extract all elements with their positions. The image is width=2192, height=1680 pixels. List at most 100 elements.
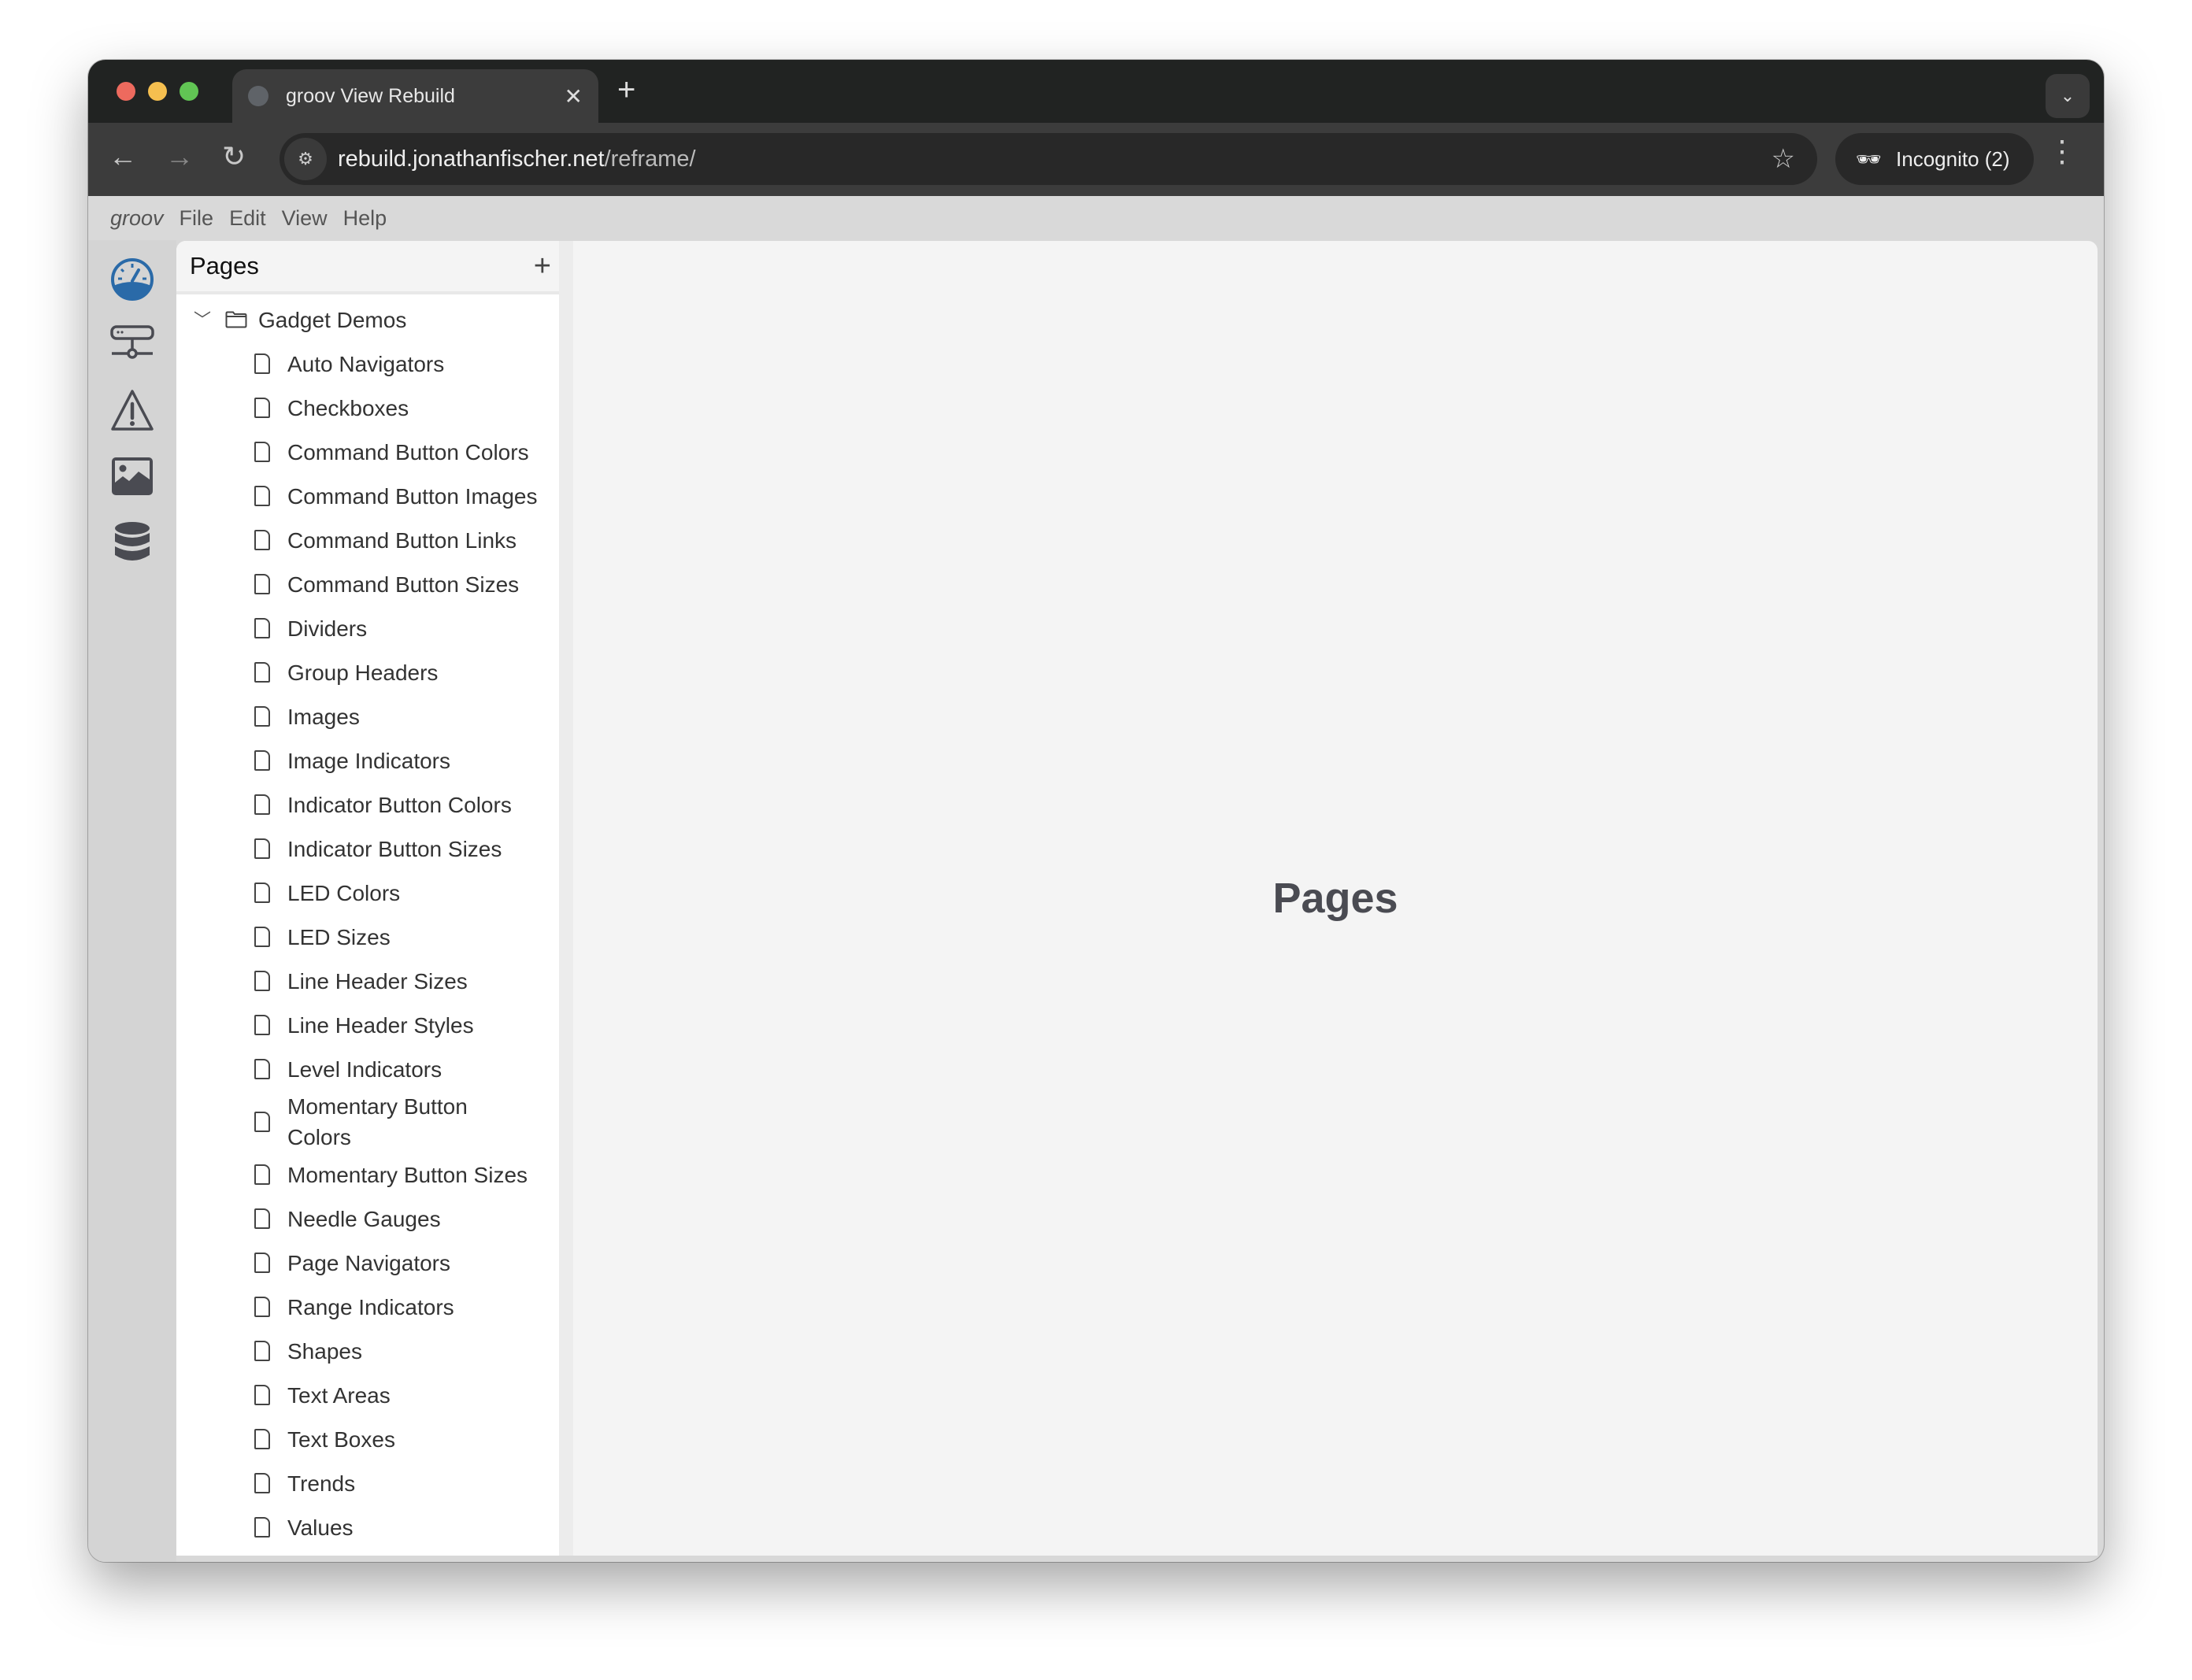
page-item-label: Image Indicators — [287, 748, 450, 773]
add-page-button[interactable]: + — [534, 250, 551, 283]
file-icon — [254, 838, 270, 859]
tree-page-item[interactable]: Values — [176, 1505, 568, 1549]
tree-page-item[interactable]: LED Sizes — [176, 915, 568, 959]
chevron-down-icon[interactable]: ﹀ — [194, 305, 214, 335]
menu-file[interactable]: File — [180, 206, 214, 231]
tree-page-item[interactable]: Indicator Button Colors — [176, 783, 568, 827]
panel-divider[interactable] — [559, 241, 573, 1556]
tab-bar: groov View Rebuild ✕ + ⌄ — [88, 60, 2104, 123]
warning-icon[interactable] — [110, 388, 154, 432]
tree-page-item[interactable]: Text Boxes — [176, 1417, 568, 1461]
page-item-label: Line Header Sizes — [287, 968, 468, 994]
page-item-label: Command Button Sizes — [287, 572, 520, 597]
tree-page-item[interactable]: Dividers — [176, 606, 568, 650]
reload-icon[interactable]: ↻ — [222, 140, 246, 173]
tree-page-item[interactable]: Images — [176, 694, 568, 738]
bookmark-star-icon[interactable]: ☆ — [1772, 143, 1795, 175]
page-item-label: Page Navigators — [287, 1250, 451, 1275]
tree-page-item[interactable]: Range Indicators — [176, 1285, 568, 1329]
tree-page-item[interactable]: Command Button Images — [176, 474, 568, 518]
page-item-label: Checkboxes — [287, 395, 409, 420]
tree-page-item[interactable]: Command Button Colors — [176, 430, 568, 474]
file-icon — [254, 1164, 270, 1185]
tree-page-item[interactable]: Level Indicators — [176, 1047, 568, 1091]
tree-page-item[interactable]: Momentary Button Colors — [176, 1091, 568, 1153]
pages-panel-title: Pages — [190, 252, 259, 279]
tree-page-item[interactable]: Indicator Button Sizes — [176, 827, 568, 871]
file-icon — [254, 574, 270, 594]
tree-page-item[interactable]: Image Indicators — [176, 738, 568, 783]
tree-page-item[interactable]: Page Navigators — [176, 1241, 568, 1285]
tree-page-item[interactable]: Command Button Sizes — [176, 562, 568, 606]
file-icon — [254, 442, 270, 462]
file-icon — [254, 1297, 270, 1317]
page-item-label: Text Boxes — [287, 1427, 395, 1452]
tree-page-item[interactable]: LED Colors — [176, 871, 568, 915]
maximize-window-button[interactable] — [180, 82, 198, 101]
page-item-label: Images — [287, 704, 360, 729]
file-icon — [254, 1473, 270, 1493]
file-icon — [254, 794, 270, 815]
site-settings-icon[interactable]: ⚙ — [284, 138, 327, 180]
incognito-button[interactable]: 🕶 Incognito (2) — [1835, 133, 2034, 185]
file-icon — [254, 662, 270, 683]
page-item-label: Command Button Links — [287, 527, 517, 553]
menu-help[interactable]: Help — [343, 206, 387, 231]
back-icon[interactable]: ← — [109, 140, 137, 173]
minimize-window-button[interactable] — [148, 82, 167, 101]
tab-search-button[interactable]: ⌄ — [2046, 74, 2090, 118]
folder-icon — [225, 311, 247, 328]
page-item-label: Command Button Colors — [287, 439, 529, 464]
tree-page-item[interactable]: Group Headers — [176, 650, 568, 694]
page-item-label: LED Colors — [287, 880, 401, 905]
forward-icon[interactable]: → — [165, 140, 194, 173]
tree-page-item[interactable]: Command Button Links — [176, 518, 568, 562]
pages-panel-header: Pages + — [176, 241, 568, 294]
file-icon — [254, 706, 270, 727]
app-menubar: groov File Edit View Help — [88, 196, 2104, 240]
menu-view[interactable]: View — [282, 206, 328, 231]
file-icon — [254, 1341, 270, 1361]
browser-tab[interactable]: groov View Rebuild ✕ — [232, 69, 598, 123]
database-icon[interactable] — [110, 520, 154, 564]
tree-page-item[interactable]: Shapes — [176, 1329, 568, 1373]
tree-page-item[interactable]: Line Header Styles — [176, 1003, 568, 1047]
file-icon — [254, 1517, 270, 1538]
new-tab-button[interactable]: + — [617, 72, 635, 108]
image-icon[interactable] — [110, 454, 154, 498]
tab-title: groov View Rebuild — [286, 84, 455, 107]
file-icon — [254, 530, 270, 550]
file-icon — [254, 1253, 270, 1273]
page-item-label: Text Areas — [287, 1382, 391, 1408]
close-window-button[interactable] — [117, 82, 135, 101]
tree-page-item[interactable]: Line Header Sizes — [176, 959, 568, 1003]
tree-folder-gadget-demos[interactable]: ﹀ Gadget Demos — [176, 298, 568, 342]
incognito-label: Incognito (2) — [1896, 146, 2010, 171]
pages-tree: ﹀ Gadget Demos Auto Navigators Checkboxes… — [176, 294, 568, 1549]
page-item-label: Level Indicators — [287, 1056, 442, 1082]
tree-page-item[interactable]: Auto Navigators — [176, 342, 568, 386]
browser-menu-icon[interactable]: ⋮ — [2047, 137, 2077, 167]
file-icon — [254, 971, 270, 991]
file-icon — [254, 927, 270, 947]
address-bar[interactable]: ⚙ rebuild.jonathanfischer.net/reframe/ ☆ — [280, 133, 1817, 185]
page-item-label: Indicator Button Sizes — [287, 836, 502, 861]
tree-page-item[interactable]: Trends — [176, 1461, 568, 1505]
file-icon — [254, 1059, 270, 1079]
page-item-label: Values — [287, 1515, 354, 1540]
menu-edit[interactable]: Edit — [229, 206, 266, 231]
tree-page-item[interactable]: Text Areas — [176, 1373, 568, 1417]
main-content: Pages — [573, 241, 2098, 1556]
tree-page-item[interactable]: Checkboxes — [176, 386, 568, 430]
file-icon — [254, 618, 270, 638]
file-icon — [254, 398, 270, 418]
tree-page-item[interactable]: Needle Gauges — [176, 1197, 568, 1241]
dashboard-gauge-icon[interactable] — [110, 257, 154, 302]
network-device-icon[interactable] — [110, 322, 154, 366]
page-item-label: Command Button Images — [287, 483, 538, 509]
tree-page-item[interactable]: Momentary Button Sizes — [176, 1153, 568, 1197]
page-item-label: Momentary Button Colors — [287, 1094, 468, 1149]
file-icon — [254, 1385, 270, 1405]
close-tab-icon[interactable]: ✕ — [565, 83, 583, 109]
main-heading: Pages — [1272, 875, 1398, 922]
